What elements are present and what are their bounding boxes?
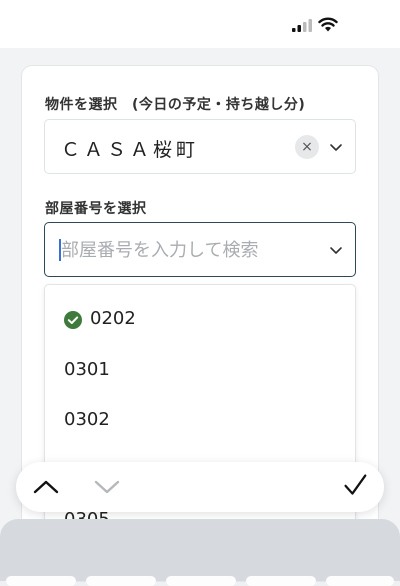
chevron-down-icon[interactable]	[329, 243, 343, 257]
room-option-0302[interactable]: 0302	[45, 391, 355, 441]
room-option-label: 0301	[64, 359, 110, 380]
cellular-signal-icon	[292, 19, 312, 32]
room-option-label: 0202	[90, 308, 136, 329]
room-search-input[interactable]	[61, 233, 311, 267]
room-option-label: 0302	[64, 409, 110, 430]
property-label: 物件を選択 (今日の予定・持ち越し分)	[45, 97, 306, 113]
property-selected-value: ＣＡＳＡ桜町	[61, 139, 200, 161]
checkmark-icon[interactable]	[341, 473, 369, 497]
keyboard-key[interactable]	[166, 576, 236, 586]
room-option-0202[interactable]: 0202	[45, 290, 355, 340]
room-option-0301[interactable]: 0301	[45, 341, 355, 391]
chevron-up-icon[interactable]	[32, 475, 60, 499]
clear-icon[interactable]: ×	[295, 135, 319, 159]
keyboard-key[interactable]	[326, 576, 394, 586]
keyboard-key[interactable]	[6, 576, 76, 586]
property-select[interactable]: ＣＡＳＡ桜町 ×	[44, 119, 356, 174]
on-screen-keyboard	[0, 519, 400, 586]
chevron-down-icon[interactable]	[329, 140, 343, 154]
room-search-box[interactable]	[44, 222, 356, 277]
chevron-down-icon[interactable]	[93, 475, 121, 499]
check-circle-icon	[64, 311, 82, 329]
keyboard-accessory-bar	[16, 462, 384, 512]
room-label: 部屋番号を選択	[45, 201, 147, 217]
status-bar	[0, 0, 400, 48]
keyboard-key[interactable]	[86, 576, 156, 586]
keyboard-key[interactable]	[246, 576, 316, 586]
wifi-icon	[318, 17, 338, 32]
